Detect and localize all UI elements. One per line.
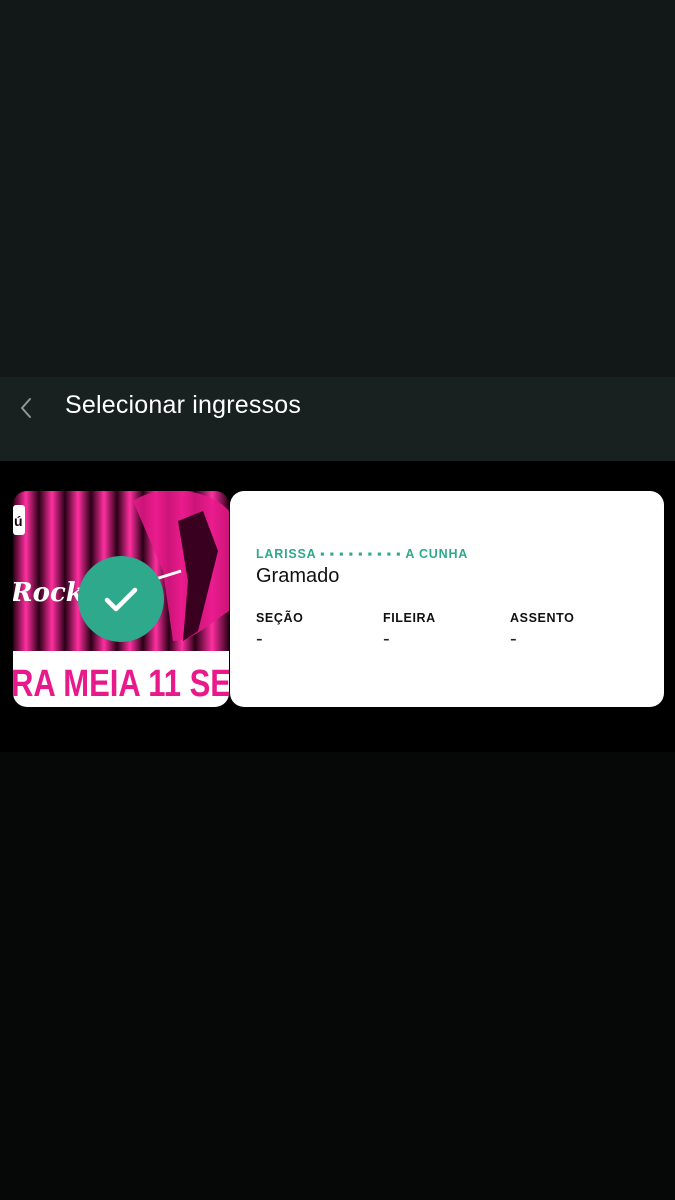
checkmark-icon [104,587,138,612]
row-label: FILEIRA [383,611,436,625]
event-name: Gramado [256,565,340,587]
row-value: - [383,628,390,650]
row-field: FILEIRA - [383,611,436,649]
banner-brand-text: ú [14,513,23,529]
section-label: SEÇÃO [256,611,304,625]
selected-check-button[interactable] [78,556,164,642]
banner-promo-text: RA MEIA 11 SE [13,663,229,705]
seat-label: ASSENTO [510,611,575,625]
ticket-card[interactable]: LARISSA ▪ ▪ ▪ ▪ ▪ ▪ ▪ ▪ ▪ A CUNHA Gramad… [230,491,664,707]
page-title: Selecionar ingressos [65,391,302,419]
chevron-left-icon [21,398,31,418]
back-button[interactable] [10,388,42,428]
ticket-holder-name: LARISSA ▪ ▪ ▪ ▪ ▪ ▪ ▪ ▪ ▪ A CUNHA [256,547,469,561]
seat-field: ASSENTO - [510,611,574,649]
section-field: SEÇÃO - [256,611,303,649]
seat-value: - [510,628,517,650]
section-value: - [256,628,263,650]
dimmed-overlay [0,0,675,377]
banner-logo-text: Rock [13,578,84,608]
